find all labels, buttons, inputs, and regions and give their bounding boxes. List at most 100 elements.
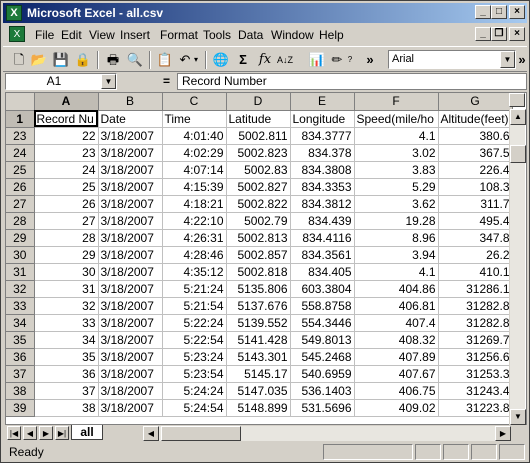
cell[interactable]: 4:07:14 [162, 161, 227, 179]
cell[interactable]: 834.405 [290, 263, 355, 281]
cell[interactable]: 4:01:40 [162, 127, 227, 145]
cell[interactable]: 37 [34, 382, 99, 400]
cell[interactable]: 3/18/2007 [98, 382, 163, 400]
column-header-d[interactable]: D [226, 93, 291, 111]
cell[interactable]: 38 [34, 399, 99, 417]
doc-restore-button[interactable]: ❐ [491, 27, 507, 41]
cell[interactable]: 3/18/2007 [98, 314, 163, 332]
column-header-a[interactable]: A [34, 93, 99, 111]
row-header[interactable]: 37 [6, 365, 35, 383]
cell[interactable]: 26 [34, 195, 99, 213]
cell[interactable]: 29 [34, 246, 99, 264]
cell[interactable]: 834.378 [290, 144, 355, 162]
worksheet-grid[interactable]: ABCDEFG 1 Record Nu Date Time Latitude Longit… [5, 92, 527, 425]
cell[interactable]: 407.89 [354, 348, 439, 366]
cell[interactable]: 834.3812 [290, 195, 355, 213]
menu-format[interactable]: Format [160, 28, 198, 42]
cell[interactable]: 540.6959 [290, 365, 355, 383]
menu-insert[interactable]: Insert [120, 28, 150, 42]
menu-help[interactable]: Help [319, 28, 344, 42]
cell[interactable]: 406.81 [354, 297, 439, 315]
cell[interactable]: 5:24:24 [162, 382, 227, 400]
cell[interactable]: 22 [34, 127, 99, 145]
cell[interactable]: 3/18/2007 [98, 127, 163, 145]
cell[interactable]: 5:21:54 [162, 297, 227, 315]
menu-file[interactable]: File [35, 28, 54, 42]
cell[interactable]: 5002.823 [226, 144, 291, 162]
cell[interactable]: 545.2468 [290, 348, 355, 366]
cell[interactable]: Altitude(feet) [438, 110, 513, 128]
scroll-up-icon[interactable]: ▲ [510, 109, 526, 125]
cell[interactable]: Speed(mile/ho [354, 110, 439, 128]
column-header-f[interactable]: F [354, 93, 439, 111]
permission-icon[interactable]: 🔒 [73, 50, 93, 70]
cell[interactable]: 31282.8 [438, 297, 513, 315]
sheet-tab-all[interactable]: all [71, 425, 103, 440]
row-header[interactable]: 28 [6, 212, 35, 230]
cell[interactable]: 410.1 [438, 263, 513, 281]
cell[interactable]: 31243.4 [438, 382, 513, 400]
undo-dropdown-icon[interactable]: ▾ [191, 50, 201, 70]
cell[interactable]: 4:28:46 [162, 246, 227, 264]
font-name-select[interactable]: Arial ▼ [388, 50, 516, 69]
cell[interactable]: 311.7 [438, 195, 513, 213]
scroll-thumb[interactable] [510, 145, 526, 163]
cell[interactable]: 531.5696 [290, 399, 355, 417]
cell[interactable]: 5139.552 [226, 314, 291, 332]
cell[interactable]: 4:15:39 [162, 178, 227, 196]
cell[interactable]: 5002.818 [226, 263, 291, 281]
cell[interactable]: 834.3808 [290, 161, 355, 179]
cell[interactable]: 5145.17 [226, 365, 291, 383]
cell[interactable]: 5137.676 [226, 297, 291, 315]
cell[interactable]: 409.02 [354, 399, 439, 417]
excel-app-icon[interactable]: X [6, 5, 22, 21]
insert-function-icon[interactable]: fx [255, 50, 275, 70]
row-header[interactable]: 27 [6, 195, 35, 213]
cell[interactable]: 4:35:12 [162, 263, 227, 281]
scroll-left-icon[interactable]: ◀ [143, 426, 159, 441]
cell[interactable]: 34 [34, 331, 99, 349]
row-header[interactable]: 30 [6, 246, 35, 264]
cell[interactable]: 603.3804 [290, 280, 355, 298]
cell[interactable]: 3/18/2007 [98, 161, 163, 179]
menu-edit[interactable]: Edit [61, 28, 82, 42]
next-sheet-icon[interactable]: ▶ [39, 426, 53, 440]
cell[interactable]: 367.5 [438, 144, 513, 162]
cell[interactable]: 4.1 [354, 127, 439, 145]
toolbar-options-icon[interactable]: » [363, 50, 377, 70]
minimize-button[interactable]: _ [475, 5, 491, 19]
column-header-e[interactable]: E [290, 93, 355, 111]
menu-tools[interactable]: Tools [203, 28, 231, 42]
cell[interactable]: 5:21:24 [162, 280, 227, 298]
cell[interactable]: 380.6 [438, 127, 513, 145]
cell[interactable]: 3/18/2007 [98, 399, 163, 417]
cell[interactable]: 5:23:54 [162, 365, 227, 383]
cell[interactable]: 5147.035 [226, 382, 291, 400]
cell[interactable]: 5002.813 [226, 229, 291, 247]
cell[interactable]: 4.1 [354, 263, 439, 281]
cell[interactable]: 35 [34, 348, 99, 366]
cell[interactable]: 5002.857 [226, 246, 291, 264]
row-header[interactable]: 36 [6, 348, 35, 366]
last-sheet-icon[interactable]: ▶| [55, 426, 69, 440]
cell[interactable]: 834.3561 [290, 246, 355, 264]
cell[interactable]: 3/18/2007 [98, 297, 163, 315]
cell[interactable]: 3/18/2007 [98, 365, 163, 383]
maximize-button[interactable]: □ [491, 5, 507, 19]
cell[interactable]: 32 [34, 297, 99, 315]
cell[interactable]: Record Nu [34, 110, 99, 128]
help-dropdown-icon[interactable]: ? [345, 50, 355, 70]
cell[interactable]: 5002.83 [226, 161, 291, 179]
formula-input[interactable]: Record Number [177, 73, 527, 90]
cell[interactable]: 558.8758 [290, 297, 355, 315]
print-icon[interactable]: 🖶 [103, 50, 123, 70]
row-header[interactable]: 23 [6, 127, 35, 145]
autosum-icon[interactable]: Σ [233, 50, 253, 70]
toolbar-options-icon-2[interactable]: » [517, 50, 527, 70]
cell[interactable]: 3/18/2007 [98, 263, 163, 281]
cell[interactable]: 834.4116 [290, 229, 355, 247]
row-header[interactable]: 1 [6, 110, 35, 128]
cell[interactable]: 31269.7 [438, 331, 513, 349]
name-box-dropdown-icon[interactable]: ▼ [101, 74, 116, 89]
cell[interactable]: 5:22:24 [162, 314, 227, 332]
